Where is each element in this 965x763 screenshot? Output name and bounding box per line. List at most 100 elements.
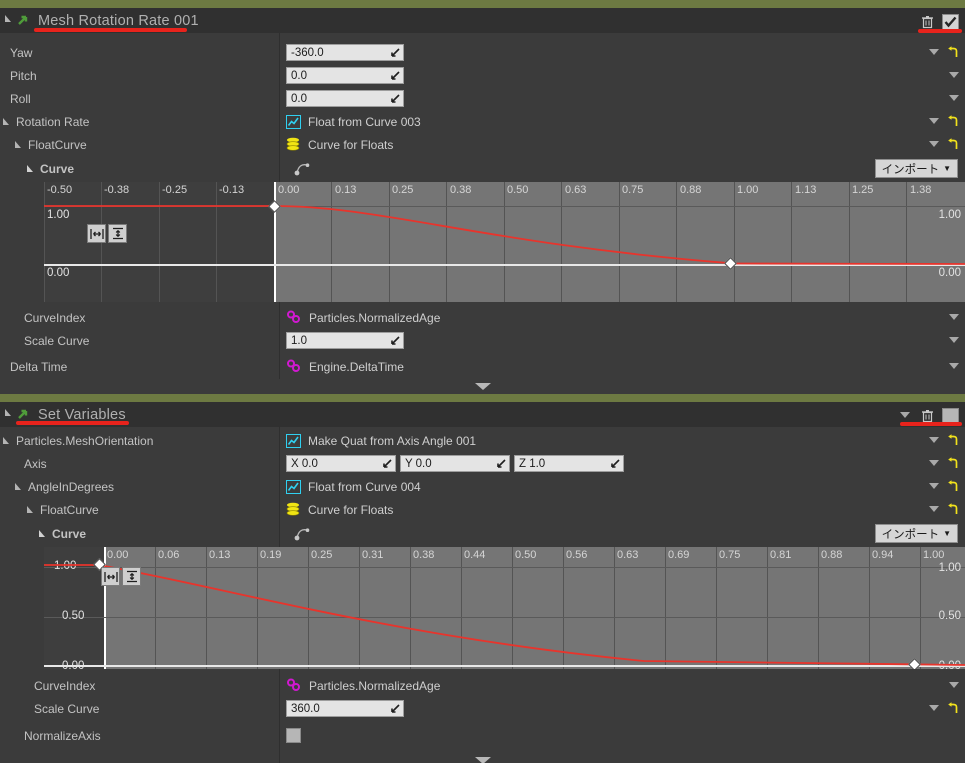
expander-icon[interactable] xyxy=(14,482,28,491)
property-label: Rotation Rate xyxy=(16,114,90,129)
curve-editor-icon[interactable] xyxy=(294,160,314,176)
scale-curve-input-2[interactable]: 360.0 xyxy=(286,700,404,717)
chevron-down-icon[interactable] xyxy=(929,117,939,127)
chevron-down-icon[interactable] xyxy=(949,71,959,81)
spinner-icon[interactable] xyxy=(390,93,400,104)
spinner-icon[interactable] xyxy=(610,458,620,469)
chevron-down-icon[interactable] xyxy=(949,336,959,346)
expander-icon[interactable] xyxy=(2,117,16,126)
curve-graph-icon xyxy=(286,114,301,129)
expander-icon[interactable] xyxy=(26,165,40,173)
fit-horizontal-icon[interactable] xyxy=(101,567,120,586)
section-body-set-variables: Particles.MeshOrientation Make Quat from… xyxy=(0,426,965,763)
property-row-yaw: Yaw -360.0 xyxy=(0,41,965,64)
chevron-down-icon[interactable] xyxy=(929,459,939,469)
curve-editor-icon[interactable] xyxy=(294,525,314,541)
module-footer-expander-2[interactable] xyxy=(0,754,965,763)
mesh-orientation-value[interactable]: Make Quat from Axis Angle 001 xyxy=(308,434,476,448)
spinner-icon[interactable] xyxy=(390,335,400,346)
curve-graph-1[interactable]: -0.50 -0.38 -0.25 -0.13 0.00 0.13 0.25 0… xyxy=(44,182,965,302)
reset-icon[interactable] xyxy=(947,46,959,59)
curve-graph-icon xyxy=(286,479,301,494)
floatcurve-value[interactable]: Curve for Floats xyxy=(308,138,393,152)
row-actions-pitch xyxy=(949,64,959,87)
pitch-input[interactable]: 0.0 xyxy=(286,67,404,84)
row-actions-yaw xyxy=(929,41,959,64)
module-expander-icon[interactable] xyxy=(0,7,16,35)
axis-x-input[interactable]: X 0.0 xyxy=(286,455,396,472)
chevron-down-icon[interactable] xyxy=(929,704,939,714)
row-actions-axis xyxy=(929,452,959,475)
expander-icon[interactable] xyxy=(38,530,52,538)
property-label: Yaw xyxy=(10,45,33,60)
curveindex-value-2[interactable]: Particles.NormalizedAge xyxy=(309,679,440,693)
chevron-down-icon[interactable] xyxy=(949,681,959,691)
fit-horizontal-icon[interactable] xyxy=(87,224,106,243)
reset-icon[interactable] xyxy=(947,434,959,447)
spinner-icon[interactable] xyxy=(382,458,392,469)
property-row-curveindex-1: CurveIndex Particles.NormalizedAge xyxy=(0,306,965,329)
linked-parameter-icon xyxy=(286,678,302,694)
reset-icon[interactable] xyxy=(947,503,959,516)
module-footer-expander-1[interactable] xyxy=(0,380,965,394)
chevron-down-icon[interactable] xyxy=(929,48,939,58)
chevron-down-icon[interactable] xyxy=(900,411,910,421)
property-row-deltatime: Delta Time Engine.DeltaTime xyxy=(0,355,965,378)
property-row-curveindex-2: CurveIndex Particles.NormalizedAge xyxy=(0,674,965,697)
scale-curve-input-1[interactable]: 1.0 xyxy=(286,332,404,349)
module-enabled-checkbox[interactable] xyxy=(942,13,959,31)
row-actions-floatcurve-2 xyxy=(929,498,959,521)
spinner-icon[interactable] xyxy=(496,458,506,469)
reset-icon[interactable] xyxy=(947,457,959,470)
spinner-icon[interactable] xyxy=(390,70,400,81)
chevron-down-icon[interactable] xyxy=(929,482,939,492)
property-row-floatcurve: FloatCurve Curve for Floats xyxy=(0,133,965,156)
module-header-set-variables[interactable]: Set Variables xyxy=(0,402,965,427)
property-label: CurveIndex xyxy=(24,310,86,325)
row-actions-angle-in-degrees xyxy=(929,475,959,498)
chevron-down-icon[interactable] xyxy=(949,362,959,372)
expander-icon[interactable] xyxy=(14,140,28,149)
property-row-normalize-axis: NormalizeAxis xyxy=(0,724,965,747)
row-actions-roll xyxy=(949,87,959,110)
reset-icon[interactable] xyxy=(947,480,959,493)
axis-z-input[interactable]: Z 1.0 xyxy=(514,455,624,472)
fit-vertical-icon[interactable] xyxy=(108,224,127,243)
section-separator-top xyxy=(0,0,965,8)
row-actions-curveindex-2 xyxy=(949,674,959,697)
floatcurve-value-2[interactable]: Curve for Floats xyxy=(308,503,393,517)
curve-graph-2[interactable]: 0.00 0.06 0.13 0.19 0.25 0.31 0.38 0.44 … xyxy=(44,547,965,669)
property-row-scalecurve-1: Scale Curve 1.0 xyxy=(0,329,965,352)
curveindex-value[interactable]: Particles.NormalizedAge xyxy=(309,311,440,325)
rotation-rate-value[interactable]: Float from Curve 003 xyxy=(308,115,421,129)
fit-vertical-icon[interactable] xyxy=(122,567,141,586)
import-button-1[interactable]: インポート ▼ xyxy=(874,159,958,178)
angle-in-degrees-value[interactable]: Float from Curve 004 xyxy=(308,480,421,494)
linked-parameter-icon xyxy=(286,310,302,326)
module-expander-icon[interactable] xyxy=(0,401,16,429)
property-row-axis: Axis X 0.0 Y 0.0 Z 1.0 xyxy=(0,452,965,475)
property-row-mesh-orientation: Particles.MeshOrientation Make Quat from… xyxy=(0,429,965,452)
roll-input[interactable]: 0.0 xyxy=(286,90,404,107)
chevron-down-icon[interactable] xyxy=(929,505,939,515)
yaw-input[interactable]: -360.0 xyxy=(286,44,404,61)
expander-icon[interactable] xyxy=(26,505,40,514)
spinner-icon[interactable] xyxy=(390,703,400,714)
reset-icon[interactable] xyxy=(947,115,959,128)
import-button-2[interactable]: インポート ▼ xyxy=(874,524,958,543)
annotation-underline-icons-1 xyxy=(918,29,962,33)
roll-value: 0.0 xyxy=(291,92,307,105)
deltatime-value[interactable]: Engine.DeltaTime xyxy=(309,360,404,374)
chevron-down-icon[interactable] xyxy=(929,436,939,446)
reset-icon[interactable] xyxy=(947,702,959,715)
chevron-down-icon[interactable] xyxy=(949,313,959,323)
expander-icon[interactable] xyxy=(2,436,16,445)
row-actions-scalecurve-1 xyxy=(949,329,959,352)
axis-y-input[interactable]: Y 0.0 xyxy=(400,455,510,472)
chevron-down-icon[interactable] xyxy=(949,94,959,104)
reset-icon[interactable] xyxy=(947,138,959,151)
chevron-down-icon[interactable] xyxy=(929,140,939,150)
normalize-axis-checkbox[interactable] xyxy=(286,728,301,743)
property-label: Scale Curve xyxy=(34,701,100,716)
spinner-icon[interactable] xyxy=(390,47,400,58)
